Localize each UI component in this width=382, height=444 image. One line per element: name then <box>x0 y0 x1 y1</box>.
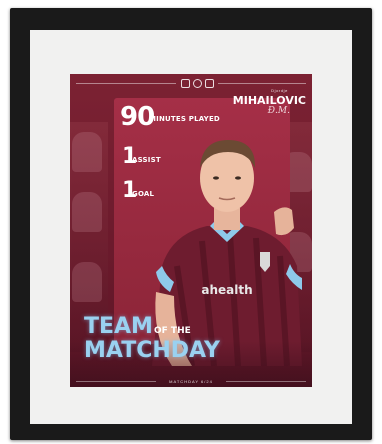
minutes-played-label: MINUTES PLAYED <box>149 115 220 123</box>
ghost-figure <box>72 192 102 232</box>
ghost-figure <box>72 132 102 172</box>
player-signature: Đ.M. <box>267 106 290 116</box>
ghost-figure <box>72 262 102 302</box>
frame-mat: ahealth 90 MINUTES PLAYED 1 ASSIST 1 GOA… <box>30 30 352 424</box>
headline-of-the: OF THE <box>154 326 191 336</box>
club-crest-icon <box>180 78 190 88</box>
picture-frame: ahealth 90 MINUTES PLAYED 1 ASSIST 1 GOA… <box>10 8 372 440</box>
league-logo-icon <box>192 78 202 88</box>
assist-label: ASSIST <box>132 156 161 164</box>
eye <box>235 176 241 180</box>
top-divider-left <box>76 83 176 84</box>
goal-label: GOAL <box>132 190 155 198</box>
jersey-sponsor-text: ahealth <box>201 283 252 297</box>
eye <box>213 176 219 180</box>
player-first-name: Djordje <box>271 88 288 93</box>
sponsor-logos <box>180 77 214 89</box>
top-divider-right <box>218 83 306 84</box>
team-of-the-matchday-poster: ahealth 90 MINUTES PLAYED 1 ASSIST 1 GOA… <box>70 74 312 387</box>
headline-team: TEAM <box>84 314 153 339</box>
headline-matchday: MATCHDAY <box>84 338 220 363</box>
pointing-hand <box>274 207 294 236</box>
matchday-footer: MATCHDAY 6/24 <box>169 379 213 384</box>
sponsor-logo-icon <box>204 78 214 88</box>
